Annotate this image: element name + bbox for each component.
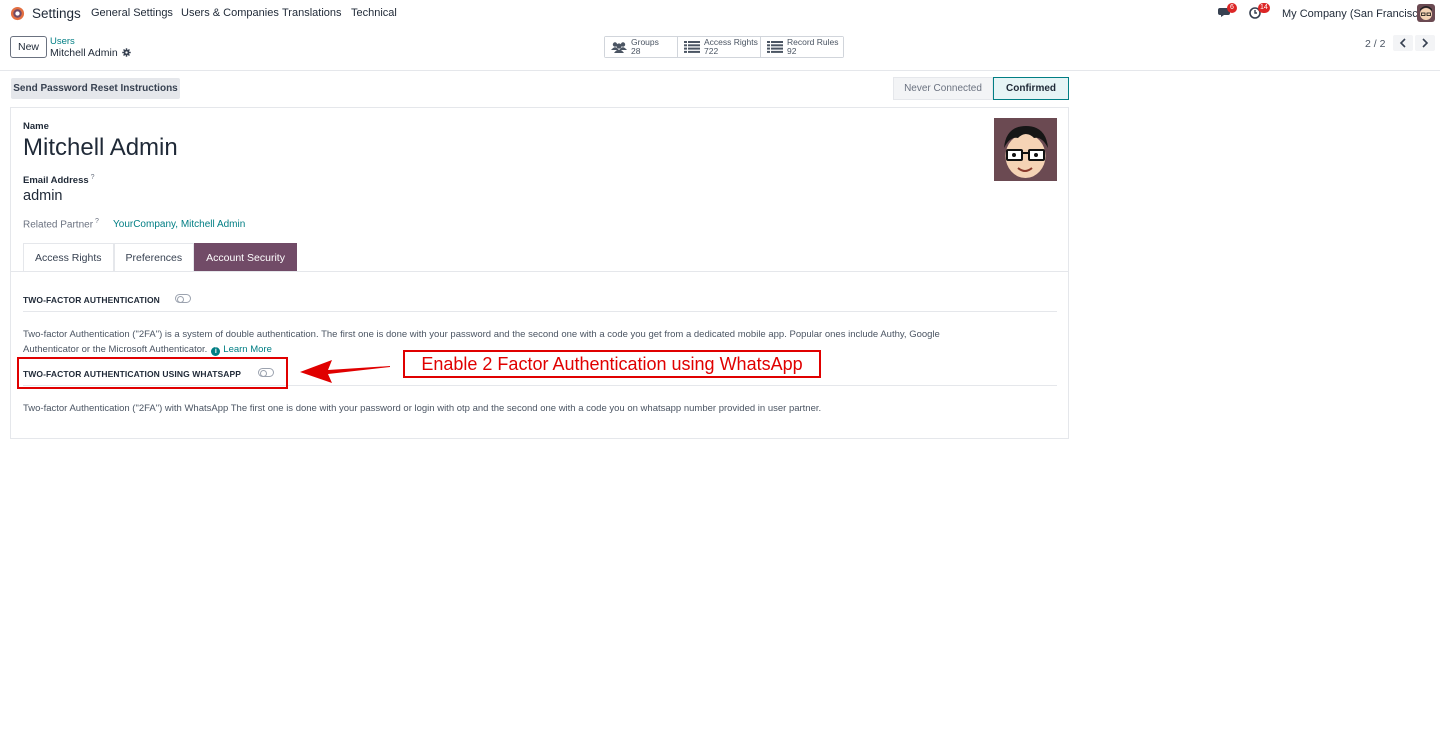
gear-icon[interactable] bbox=[122, 48, 131, 57]
messages-button[interactable]: 6 bbox=[1218, 3, 1237, 22]
chevron-right-icon bbox=[1422, 38, 1429, 48]
activities-button[interactable]: 14 bbox=[1249, 3, 1270, 22]
tfa-description-line-2: Authenticator or the Microsoft Authentic… bbox=[23, 344, 208, 355]
user-avatar[interactable] bbox=[1417, 4, 1435, 22]
top-navbar: Settings General Settings Users & Compan… bbox=[0, 0, 1440, 28]
tab-preferences[interactable]: Preferences bbox=[113, 243, 195, 271]
menu-users-companies[interactable]: Users & Companies bbox=[181, 7, 279, 19]
annotation-arrow-icon bbox=[300, 360, 390, 383]
stage-confirmed[interactable]: Confirmed bbox=[993, 77, 1069, 100]
user-photo[interactable] bbox=[994, 118, 1057, 181]
learn-more-link[interactable]: Learn More bbox=[223, 344, 272, 355]
email-field[interactable]: admin bbox=[23, 188, 63, 204]
messages-count-badge: 6 bbox=[1227, 3, 1237, 13]
notebook-tabs: Access Rights Preferences Account Securi… bbox=[23, 243, 297, 271]
annotation-callout: Enable 2 Factor Authentication using Wha… bbox=[403, 350, 821, 378]
email-help-tooltip[interactable]: ? bbox=[91, 174, 95, 181]
record-rules-count: 92 bbox=[787, 46, 797, 56]
activities-count-badge: 14 bbox=[1258, 3, 1270, 13]
access-rights-count: 722 bbox=[704, 46, 719, 56]
tab-account-security[interactable]: Account Security bbox=[194, 243, 297, 271]
stage-never-connected[interactable]: Never Connected bbox=[893, 77, 993, 100]
status-bar: Never Connected Confirmed bbox=[893, 77, 1069, 100]
record-rules-smart-button[interactable]: Record Rules 92 bbox=[761, 37, 843, 57]
list-icon bbox=[767, 41, 783, 53]
new-button[interactable]: New bbox=[10, 36, 47, 58]
menu-general-settings[interactable]: General Settings bbox=[91, 7, 173, 19]
groups-count: 28 bbox=[631, 46, 641, 56]
annotation-highlight-box bbox=[17, 357, 288, 389]
tab-access-rights[interactable]: Access Rights bbox=[23, 243, 114, 271]
list-icon bbox=[684, 41, 700, 53]
form-sheet: Name Mitchell Admin Email Address? admin… bbox=[10, 107, 1069, 439]
menu-technical[interactable]: Technical bbox=[351, 7, 397, 19]
groups-smart-button[interactable]: Groups 28 bbox=[605, 37, 678, 57]
app-logo-icon[interactable] bbox=[10, 6, 25, 21]
name-label: Name bbox=[23, 121, 49, 132]
info-icon: i bbox=[211, 347, 221, 356]
tfa-toggle[interactable] bbox=[175, 294, 191, 303]
whatsapp-tfa-description: Two-factor Authentication ("2FA") with W… bbox=[23, 403, 822, 414]
breadcrumb-users-link[interactable]: Users bbox=[50, 36, 75, 47]
pager-next-button[interactable] bbox=[1415, 35, 1435, 51]
menu-translations[interactable]: Translations bbox=[282, 7, 342, 19]
related-partner-label: Related Partner? bbox=[23, 218, 99, 230]
tfa-divider bbox=[23, 311, 1057, 312]
company-switcher[interactable]: My Company (San Francisco) bbox=[1282, 8, 1428, 20]
app-title[interactable]: Settings bbox=[32, 6, 81, 21]
breadcrumb-current: Mitchell Admin bbox=[50, 47, 118, 59]
name-field[interactable]: Mitchell Admin bbox=[23, 134, 178, 162]
access-rights-smart-button[interactable]: Access Rights 722 bbox=[678, 37, 761, 57]
pager-value[interactable]: 2 / 2 bbox=[1365, 38, 1385, 50]
users-icon bbox=[611, 42, 627, 53]
smart-buttons: Groups 28 Access Rights 722 Record Rules… bbox=[604, 36, 844, 58]
related-partner-link[interactable]: YourCompany, Mitchell Admin bbox=[113, 219, 245, 230]
tfa-section-title: TWO-FACTOR AUTHENTICATION bbox=[23, 295, 160, 305]
tfa-description-line-1: Two-factor Authentication ("2FA") is a s… bbox=[23, 329, 940, 340]
email-label: Email Address? bbox=[23, 174, 95, 186]
related-partner-help-tooltip[interactable]: ? bbox=[95, 218, 99, 225]
tabs-divider bbox=[11, 271, 1068, 272]
related-partner-label-text: Related Partner bbox=[23, 219, 94, 231]
pager-previous-button[interactable] bbox=[1393, 35, 1413, 51]
control-panel: New Users Mitchell Admin Groups 28 Acces… bbox=[0, 28, 1440, 71]
send-password-reset-button[interactable]: Send Password Reset Instructions bbox=[11, 78, 180, 99]
chevron-left-icon bbox=[1399, 38, 1406, 48]
email-label-text: Email Address bbox=[23, 175, 89, 187]
